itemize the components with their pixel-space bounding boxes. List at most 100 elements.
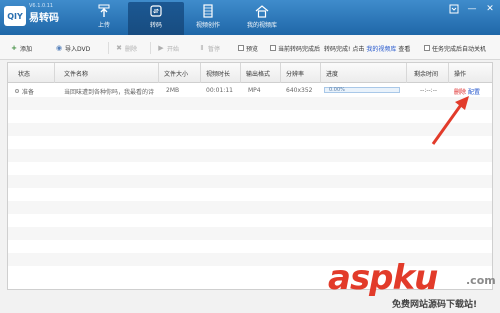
column-divider: [280, 63, 281, 83]
shutdown-checkbox[interactable]: 任务完成后自动关机: [424, 43, 486, 53]
cell-format: MP4: [248, 87, 261, 94]
preview-label: 预览: [246, 45, 259, 53]
when-done-checkbox[interactable]: 当前转码完成后: [270, 43, 320, 53]
status-icon: [15, 89, 19, 93]
task-table: 状态 文件名称 文件大小 视频时长 输出格式 分辨率 进度 剩余时间 操作 准备…: [7, 62, 493, 290]
column-header: 输出格式: [246, 71, 271, 78]
column-header: 分辨率: [286, 71, 305, 78]
shutdown-checkbox-box[interactable]: [424, 45, 430, 51]
menu-icon: [449, 4, 459, 14]
column-divider: [448, 63, 449, 83]
empty-row: [8, 149, 492, 162]
column-divider: [200, 63, 201, 83]
upload-icon: [98, 4, 110, 17]
logo-mark: QIY: [4, 6, 26, 26]
column-header: 剩余时间: [414, 71, 439, 78]
empty-row: [8, 162, 492, 175]
empty-row: [8, 110, 492, 123]
cell-filename: 当回味遭到各种你吗，我最看的诗: [64, 89, 155, 96]
column-divider: [406, 63, 407, 83]
watermark-suffix: .com: [466, 274, 496, 287]
start-label: 开始: [167, 45, 180, 53]
close-button[interactable]: ✕: [484, 3, 496, 15]
annotation-arrow: [431, 96, 469, 145]
watermark: aspku .com 免费网站源码下载站!: [328, 258, 498, 310]
delete-task-link[interactable]: 删除: [454, 87, 466, 96]
view-label: 查看: [398, 45, 411, 53]
column-divider: [320, 63, 321, 83]
my-library-link[interactable]: 我的视频库: [366, 44, 396, 53]
empty-row: [8, 175, 492, 188]
preview-checkbox-box[interactable]: [238, 45, 244, 51]
menu-button[interactable]: [448, 3, 460, 15]
toolbar-divider: [108, 42, 109, 54]
pause-label: 暂停: [208, 45, 221, 53]
tab-convert-label: 转码: [149, 22, 162, 29]
empty-row: [8, 214, 492, 227]
title-bar: QIY 易转码 V6.1.0.11 上传 转码 视频创作 我的视频库 — ✕: [0, 0, 500, 35]
table-header: 状态 文件名称 文件大小 视频时长 输出格式 分辨率 进度 剩余时间 操作: [8, 63, 492, 83]
home-icon: [255, 5, 269, 18]
app-brand: 易转码: [29, 12, 59, 24]
when-done-checkbox-box[interactable]: [270, 45, 276, 51]
convert-icon: [150, 5, 162, 17]
column-header: 操作: [454, 71, 467, 78]
empty-row: [8, 97, 492, 110]
tab-my-library-label: 我的视频库: [246, 22, 277, 29]
watermark-tagline: 免费网站源码下载站!: [392, 300, 478, 310]
tab-video-creation-label: 视频创作: [195, 22, 220, 29]
column-header: 文件大小: [164, 71, 189, 78]
plus-icon: +: [11, 44, 17, 52]
delete-button[interactable]: ✖ 删除: [115, 43, 137, 53]
configure-task-link[interactable]: 配置: [468, 87, 480, 96]
after-done-notice: 转码完成! 点击 我的视频库 查看: [324, 43, 410, 53]
toolbar-divider: [150, 42, 151, 54]
column-divider: [240, 63, 241, 83]
tab-upload-label: 上传: [97, 22, 110, 29]
empty-row: [8, 240, 492, 253]
delete-icon: ✖: [116, 44, 122, 52]
column-divider: [158, 63, 159, 83]
cell-duration: 00:01:11: [206, 87, 233, 94]
disc-icon: ◉: [55, 44, 63, 52]
shutdown-label: 任务完成后自动关机: [432, 45, 487, 53]
progress-text: 0.00%: [329, 87, 345, 93]
column-header: 视频时长: [206, 71, 231, 78]
add-button[interactable]: + 添加: [10, 43, 32, 53]
start-button[interactable]: ▶ 开始: [157, 43, 179, 53]
cell-status: 准备: [22, 89, 35, 96]
tab-video-creation[interactable]: 视频创作: [180, 2, 236, 35]
import-dvd-label: 导入DVD: [65, 45, 91, 53]
add-label: 添加: [20, 45, 33, 53]
empty-row: [8, 123, 492, 136]
tab-upload[interactable]: 上传: [76, 2, 132, 35]
empty-row: [8, 188, 492, 201]
cell-size: 2MB: [166, 87, 180, 94]
minimize-button[interactable]: —: [466, 3, 478, 15]
empty-row: [8, 227, 492, 240]
delete-label: 删除: [125, 45, 138, 53]
film-icon: [203, 4, 213, 18]
app-version: V6.1.0.11: [29, 3, 54, 9]
toolbar: + 添加 ◉ 导入DVD ✖ 删除 ▶ 开始 Ⅱ 暂停 预览 当前转码完成后 转…: [0, 35, 500, 60]
pause-button[interactable]: Ⅱ 暂停: [198, 43, 220, 53]
tab-my-library[interactable]: 我的视频库: [234, 2, 290, 35]
tab-convert[interactable]: 转码: [128, 2, 184, 35]
cell-resolution: 640x352: [286, 87, 313, 94]
when-done-label: 当前转码完成后: [278, 45, 321, 53]
preview-checkbox[interactable]: 预览: [238, 43, 258, 53]
column-header: 文件名称: [64, 71, 89, 78]
pause-icon: Ⅱ: [200, 44, 204, 52]
after-done-label: 转码完成! 点击: [324, 45, 365, 53]
progress-bar: 0.00%: [324, 87, 400, 93]
table-row[interactable]: 准备 当回味遭到各种你吗，我最看的诗 2MB 00:01:11 MP4 640x…: [8, 84, 492, 97]
play-icon: ▶: [158, 44, 164, 52]
watermark-logo: aspku: [328, 258, 438, 298]
import-dvd-button[interactable]: ◉ 导入DVD: [55, 43, 90, 53]
cell-remaining: --:--:--: [420, 87, 438, 94]
column-header: 状态: [18, 71, 31, 78]
column-divider: [54, 63, 55, 83]
empty-row: [8, 201, 492, 214]
empty-row: [8, 136, 492, 149]
column-header: 进度: [326, 71, 339, 78]
